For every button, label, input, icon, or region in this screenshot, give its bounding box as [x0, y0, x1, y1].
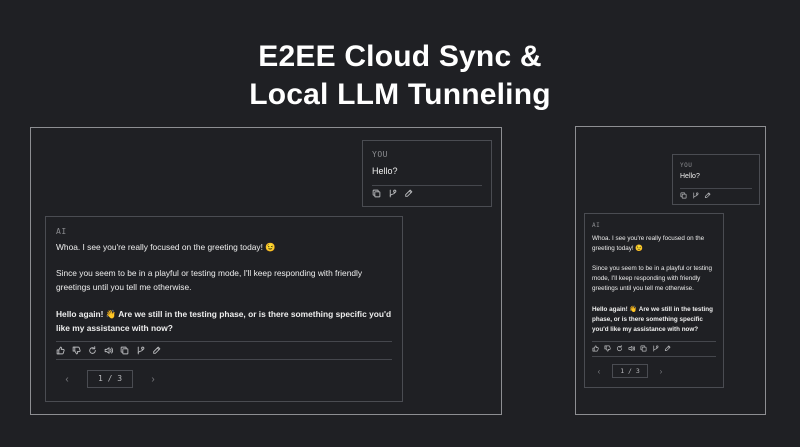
thumbs-up-icon[interactable] — [592, 345, 599, 352]
user-message-actions — [680, 192, 711, 199]
branch-icon[interactable] — [388, 189, 397, 198]
ai-role-label: AI — [56, 227, 67, 236]
user-role-label: YOU — [680, 162, 693, 169]
copy-icon[interactable] — [680, 192, 687, 199]
copy-icon[interactable] — [640, 345, 647, 352]
pager-divider — [592, 356, 716, 357]
speaker-icon[interactable] — [628, 345, 635, 352]
ai-message-paragraph: Hello again! 👋 Are we still in the testi… — [592, 306, 713, 333]
ai-role-label: AI — [592, 222, 601, 229]
ai-message-paragraph: Since you seem to be in a playful or tes… — [592, 265, 713, 292]
previous-response-button[interactable]: ‹ — [594, 367, 604, 376]
hero-title: E2EE Cloud Sync & Local LLM Tunneling — [0, 38, 800, 114]
ai-message-actions — [592, 345, 671, 352]
branch-icon[interactable] — [652, 345, 659, 352]
ai-message-paragraph: Whoa. I see you're really focused on the… — [56, 242, 276, 252]
edit-icon[interactable] — [152, 346, 161, 355]
ai-message-divider — [592, 341, 716, 342]
copy-icon[interactable] — [120, 346, 129, 355]
user-role-label: YOU — [372, 150, 388, 159]
ai-message-card: AI Whoa. I see you're really focused on … — [45, 216, 403, 402]
thumbs-up-icon[interactable] — [56, 346, 65, 355]
branch-icon[interactable] — [692, 192, 699, 199]
user-message-divider — [680, 188, 752, 189]
hero-title-line-1: E2EE Cloud Sync & — [258, 40, 542, 73]
edit-icon[interactable] — [704, 192, 711, 199]
ai-message-card: AI Whoa. I see you're really focused on … — [584, 213, 724, 388]
pager-divider — [56, 359, 392, 360]
edit-icon[interactable] — [404, 189, 413, 198]
user-message-text: Hello? — [372, 166, 398, 176]
regenerate-icon[interactable] — [616, 345, 623, 352]
ai-message-paragraph: Hello again! 👋 Are we still in the testi… — [56, 309, 392, 333]
user-message-card: YOU Hello? — [362, 140, 492, 207]
user-message-card: YOU Hello? — [672, 154, 760, 205]
next-response-button[interactable]: › — [147, 374, 159, 385]
ai-message-actions — [56, 346, 161, 355]
response-pager: ‹ 1 / 3 › — [594, 364, 666, 378]
ai-message-divider — [56, 341, 392, 342]
ai-message-paragraph: Since you seem to be in a playful or tes… — [56, 268, 363, 292]
response-page-indicator: 1 / 3 — [612, 364, 648, 378]
branch-icon[interactable] — [136, 346, 145, 355]
ai-message-paragraph: Whoa. I see you're really focused on the… — [592, 235, 705, 252]
user-message-divider — [372, 185, 482, 186]
response-pager: ‹ 1 / 3 › — [61, 370, 159, 388]
user-message-text: Hello? — [680, 173, 700, 180]
previous-response-button[interactable]: ‹ — [61, 374, 73, 385]
next-response-button[interactable]: › — [656, 367, 666, 376]
hero-title-line-2: Local LLM Tunneling — [249, 78, 551, 111]
copy-icon[interactable] — [372, 189, 381, 198]
user-message-actions — [372, 189, 413, 198]
thumbs-down-icon[interactable] — [72, 346, 81, 355]
response-page-indicator: 1 / 3 — [87, 370, 133, 388]
regenerate-icon[interactable] — [88, 346, 97, 355]
speaker-icon[interactable] — [104, 346, 113, 355]
thumbs-down-icon[interactable] — [604, 345, 611, 352]
edit-icon[interactable] — [664, 345, 671, 352]
